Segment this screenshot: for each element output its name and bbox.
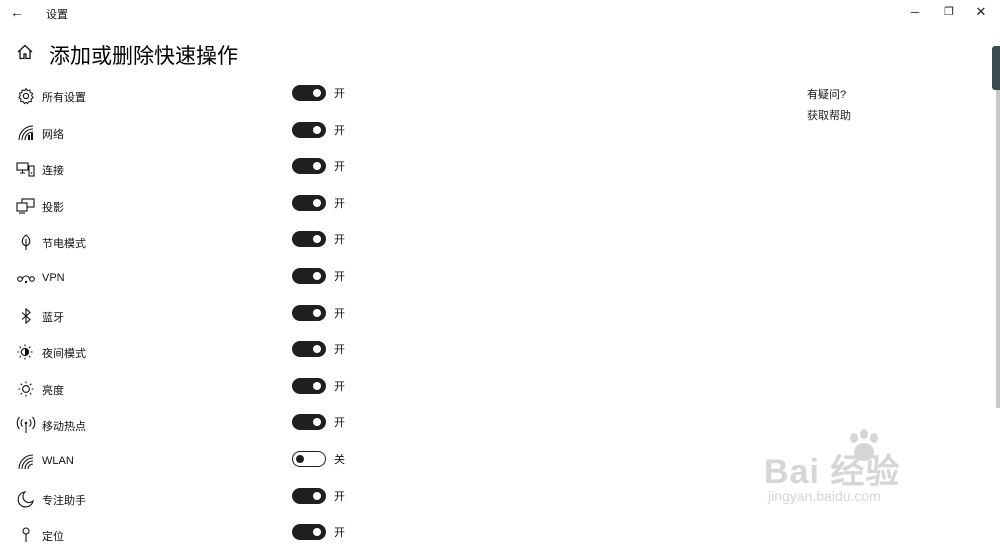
project-icon — [16, 197, 36, 215]
network-icon — [16, 124, 36, 142]
quick-action-row: WLAN 关 — [0, 447, 380, 477]
location-icon — [16, 526, 36, 544]
toggle-state-label: 开 — [334, 198, 345, 210]
toggle-knob — [313, 418, 321, 426]
toggle-knob — [313, 126, 321, 134]
toggle-state-label: 开 — [334, 308, 345, 320]
quick-action-row: 夜间模式 开 — [0, 337, 380, 367]
night-light-icon — [16, 343, 36, 361]
quick-action-label: 网络 — [42, 129, 64, 141]
toggle-state-label: 开 — [334, 527, 345, 539]
quick-action-label: 所有设置 — [42, 92, 86, 104]
quick-action-row: 亮度 开 — [0, 374, 380, 404]
quick-action-toggle[interactable] — [292, 451, 326, 467]
vpn-icon — [16, 270, 36, 288]
quick-action-row: 节电模式 开 — [0, 227, 380, 257]
toggle-state-label: 关 — [334, 454, 345, 466]
quick-action-label: 夜间模式 — [42, 348, 86, 360]
home-icon[interactable] — [16, 43, 34, 61]
quick-action-row: VPN 开 — [0, 264, 380, 294]
quick-action-row: 所有设置 开 — [0, 81, 380, 111]
quick-action-row: 定位 开 — [0, 520, 380, 550]
connect-icon — [16, 160, 36, 178]
quick-action-label: WLAN — [42, 455, 74, 467]
minimize-button[interactable]: ─ — [902, 2, 928, 22]
help-heading: 有疑问? — [807, 89, 847, 101]
toggle-knob — [313, 345, 321, 353]
toggle-state-label: 开 — [334, 88, 345, 100]
toggle-state-label: 开 — [334, 381, 345, 393]
quick-action-label: 连接 — [42, 165, 64, 177]
toggle-knob — [313, 528, 321, 536]
toggle-state-label: 开 — [334, 161, 345, 173]
quick-action-label: 定位 — [42, 531, 64, 543]
bluetooth-icon — [16, 307, 36, 325]
toggle-knob — [313, 235, 321, 243]
quick-action-toggle[interactable] — [292, 524, 326, 540]
toggle-knob — [313, 162, 321, 170]
quick-action-toggle[interactable] — [292, 85, 326, 101]
quick-action-label: 移动热点 — [42, 421, 86, 433]
watermark-url: jingyan.baidu.com — [768, 488, 881, 504]
toggle-knob — [313, 382, 321, 390]
quick-action-toggle[interactable] — [292, 378, 326, 394]
quick-action-toggle[interactable] — [292, 122, 326, 138]
app-title: 设置 — [46, 9, 68, 21]
toggle-state-label: 开 — [334, 491, 345, 503]
toggle-state-label: 开 — [334, 234, 345, 246]
quick-action-toggle[interactable] — [292, 341, 326, 357]
page-title: 添加或删除快速操作 — [49, 45, 238, 68]
quick-action-toggle[interactable] — [292, 231, 326, 247]
toggle-knob — [296, 454, 304, 463]
quick-action-toggle[interactable] — [292, 158, 326, 174]
toggle-knob — [313, 492, 321, 500]
toggle-knob — [313, 199, 321, 207]
focus-assist-icon — [16, 490, 36, 508]
quick-action-row: 网络 开 — [0, 118, 380, 148]
maximize-button[interactable]: ❐ — [936, 2, 962, 22]
toggle-state-label: 开 — [334, 125, 345, 137]
hotspot-icon — [16, 416, 36, 434]
quick-action-toggle[interactable] — [292, 305, 326, 321]
battery-saver-icon — [16, 233, 36, 251]
quick-action-toggle[interactable] — [292, 195, 326, 211]
quick-action-toggle[interactable] — [292, 268, 326, 284]
baidu-watermark: Bai 经验 jingyan.baidu.com — [764, 428, 954, 518]
quick-action-row: 专注助手 开 — [0, 484, 380, 514]
wifi-icon — [16, 453, 36, 471]
title-bar: ← 设置 ─ ❐ ✕ — [0, 0, 1000, 26]
quick-action-label: 专注助手 — [42, 495, 86, 507]
gear-icon — [16, 87, 36, 105]
quick-action-label: 蓝牙 — [42, 312, 64, 324]
quick-action-row: 连接 开 — [0, 154, 380, 184]
toggle-state-label: 开 — [334, 417, 345, 429]
toggle-knob — [313, 89, 321, 97]
quick-action-row: 蓝牙 开 — [0, 301, 380, 331]
quick-action-row: 移动热点 开 — [0, 410, 380, 440]
quick-action-label: 节电模式 — [42, 238, 86, 250]
watermark-main-text: Bai 经验 — [764, 453, 901, 491]
toggle-knob — [313, 272, 321, 280]
toggle-knob — [313, 309, 321, 317]
quick-action-toggle[interactable] — [292, 414, 326, 430]
toggle-state-label: 开 — [334, 271, 345, 283]
quick-action-label: 亮度 — [42, 385, 64, 397]
quick-action-toggle[interactable] — [292, 488, 326, 504]
scrollbar-thumb[interactable] — [992, 46, 1000, 90]
back-button[interactable]: ← — [6, 2, 28, 22]
toggle-state-label: 开 — [334, 344, 345, 356]
close-button[interactable]: ✕ — [968, 2, 994, 22]
quick-action-label: 投影 — [42, 202, 64, 214]
get-help-link[interactable]: 获取帮助 — [807, 107, 851, 123]
quick-action-label: VPN — [42, 272, 65, 284]
scrollbar-track[interactable] — [996, 46, 1000, 408]
brightness-icon — [16, 380, 36, 398]
quick-action-row: 投影 开 — [0, 191, 380, 221]
